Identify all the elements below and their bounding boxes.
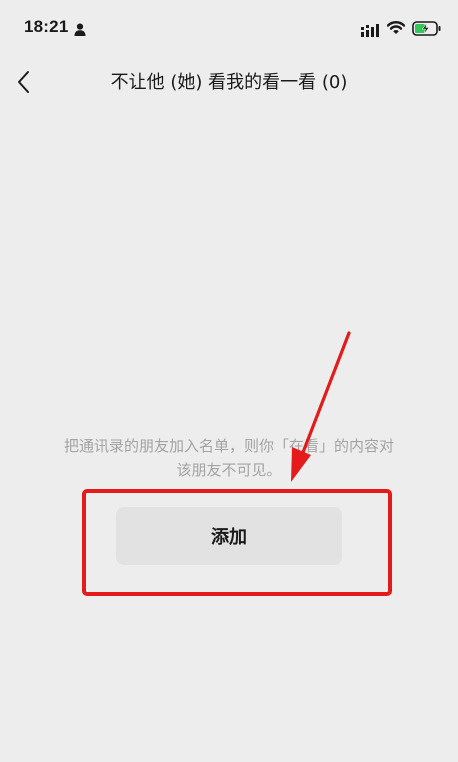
hint-line-2: 该朋友不可见。 (176, 461, 282, 479)
status-time: 18:21 (24, 17, 69, 36)
person-icon (74, 21, 86, 40)
cellular-signal-icon (361, 22, 381, 41)
add-button[interactable]: 添加 (116, 507, 342, 565)
wifi-icon (386, 20, 406, 39)
nav-bar: 不让他 (她) 看我的看一看 (0) (0, 58, 458, 108)
status-bar: 18:21 (0, 0, 458, 58)
annotation-arrow (291, 331, 351, 482)
empty-list-hint: 把通讯录的朋友加入名单，则你「在看」的内容对 该朋友不可见。 (30, 434, 428, 482)
page-title: 不让他 (她) 看我的看一看 (0) (110, 72, 348, 93)
back-button[interactable] (16, 70, 32, 98)
hint-line-1: 把通讯录的朋友加入名单，则你「在看」的内容对 (63, 437, 394, 455)
battery-charging-icon (412, 21, 442, 40)
chevron-left-icon (18, 71, 29, 93)
